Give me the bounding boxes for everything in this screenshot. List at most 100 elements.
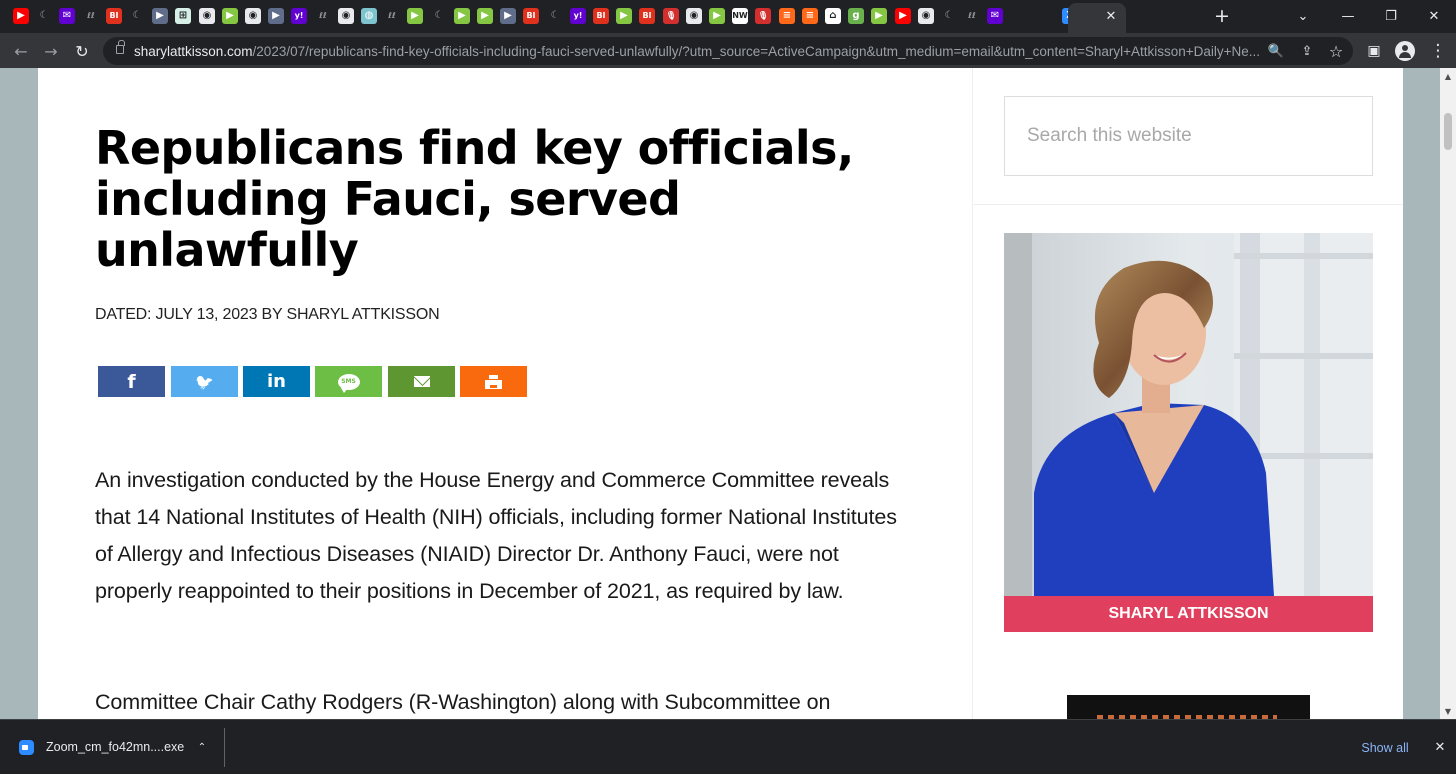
share-email-button[interactable]: [388, 366, 455, 397]
rumble-icon[interactable]: ▶: [616, 8, 632, 24]
share-icon[interactable]: ⇪: [1296, 41, 1318, 61]
browser-toolbar: ← → ↻ sharylattkisson.com/2023/07/republ…: [0, 33, 1456, 68]
crescent-icon[interactable]: ☾: [547, 8, 563, 24]
address-bar[interactable]: sharylattkisson.com/2023/07/republicans-…: [103, 37, 1353, 65]
portrait-image: [1004, 233, 1373, 596]
new-tab-button[interactable]: +: [1211, 4, 1233, 28]
page-viewport: Republicans find key officials, includin…: [0, 68, 1440, 719]
zoom-icon[interactable]: 🔍: [1265, 41, 1287, 61]
chevron-up-icon[interactable]: ⌃: [194, 739, 210, 755]
globe-icon[interactable]: ◉: [686, 8, 702, 24]
bookmark-arrow-icon[interactable]: ▶: [152, 8, 168, 24]
printer-icon: [485, 374, 502, 389]
rumble-icon[interactable]: ▶: [709, 8, 725, 24]
author-name-band[interactable]: Sharyl Attkisson: [1004, 596, 1373, 632]
scrollbar-thumb[interactable]: [1444, 113, 1452, 150]
bi-icon[interactable]: BI: [593, 8, 609, 24]
tab-close-icon[interactable]: ✕: [1103, 7, 1119, 25]
bi-icon[interactable]: BI: [639, 8, 655, 24]
bookmark-arrow-icon[interactable]: ▶: [268, 8, 284, 24]
search-input[interactable]: [1005, 97, 1372, 175]
scroll-up-icon[interactable]: ▲: [1443, 71, 1453, 81]
bookmark-star-icon[interactable]: ☆: [1325, 41, 1347, 61]
globe-icon[interactable]: ◉: [245, 8, 261, 24]
scroll-down-icon[interactable]: ▼: [1443, 706, 1453, 716]
grid-icon[interactable]: ⊞: [175, 8, 191, 24]
crescent-icon[interactable]: ☾: [941, 8, 957, 24]
article-content: Republicans find key officials, includin…: [38, 68, 973, 719]
share-twitter-button[interactable]: 🐦: [171, 366, 238, 397]
reload-button[interactable]: ↻: [69, 38, 95, 64]
ll-icon[interactable]: ℓℓ: [384, 8, 400, 24]
yahoo-icon[interactable]: y!: [291, 8, 307, 24]
side-panel-icon[interactable]: ▣: [1362, 39, 1386, 63]
byline-prefix: Dated:: [95, 306, 156, 323]
article-byline: Dated: July 13, 2023 by Sharyl Attkisson: [95, 306, 440, 324]
bookmark-arrow-icon[interactable]: ▶: [500, 8, 516, 24]
youtube-icon[interactable]: ▶: [13, 8, 29, 24]
share-linkedin-button[interactable]: in: [243, 366, 310, 397]
yahoo-mail-icon[interactable]: ✉: [987, 8, 1003, 24]
print-button[interactable]: [460, 366, 527, 397]
earth-icon[interactable]: ◍: [361, 8, 377, 24]
share-facebook-button[interactable]: f: [98, 366, 165, 397]
substack-icon[interactable]: ≡: [802, 8, 818, 24]
restore-button[interactable]: ❐: [1376, 4, 1406, 28]
globe-icon[interactable]: ◉: [338, 8, 354, 24]
close-download-bar-icon[interactable]: ✕: [1430, 737, 1450, 757]
bi-icon[interactable]: BI: [523, 8, 539, 24]
podcast-icon[interactable]: 🎙: [663, 8, 679, 24]
rumble-icon[interactable]: ▶: [407, 8, 423, 24]
bi-icon[interactable]: BI: [106, 8, 122, 24]
minimize-button[interactable]: —: [1333, 4, 1363, 28]
byline-by: by: [257, 306, 287, 323]
show-all-button[interactable]: Show all: [1351, 738, 1419, 758]
sidebar: Sharyl Attkisson: [974, 68, 1403, 719]
linkedin-icon: in: [267, 371, 286, 392]
yahoo-mail-icon[interactable]: ✉: [59, 8, 75, 24]
page-container: Republicans find key officials, includin…: [38, 68, 1403, 719]
article-author[interactable]: Sharyl Attkisson: [286, 306, 439, 323]
rumble-icon[interactable]: ▶: [454, 8, 470, 24]
podcast-icon[interactable]: 🎙: [755, 8, 771, 24]
yahoo-icon[interactable]: y!: [570, 8, 586, 24]
sms-icon: SMS: [337, 373, 360, 393]
tab-search-button[interactable]: ⌄: [1288, 4, 1318, 28]
forward-button[interactable]: →: [38, 38, 64, 64]
twitter-icon: 🐦: [195, 372, 214, 391]
news-icon[interactable]: NW: [732, 8, 748, 24]
rumble-icon[interactable]: ▶: [222, 8, 238, 24]
ll-icon[interactable]: ℓℓ: [83, 8, 99, 24]
email-icon: [413, 376, 430, 387]
close-window-button[interactable]: ✕: [1419, 4, 1449, 28]
ll-icon[interactable]: ℓℓ: [964, 8, 980, 24]
tab-strip: ▶ ☾ ✉ ℓℓ BI ☾ ▶ ⊞ ◉ ▶ ◉ ▶ y! ℓℓ ◉ ◍ ℓℓ ▶ ☾ ▶ ▶ ▶ BI ☾ y! BI ▶ BI 🎙 ◉ ▶…: [0, 0, 1456, 33]
globe-icon[interactable]: ◉: [199, 8, 215, 24]
promo-banner[interactable]: [1067, 695, 1310, 719]
rumble-icon[interactable]: ▶: [871, 8, 887, 24]
crescent-icon[interactable]: ☾: [36, 8, 52, 24]
substack-icon[interactable]: ≡: [779, 8, 795, 24]
download-bar: Zoom_cm_fo42mn....exe ⌃ Show all ✕: [0, 719, 1456, 774]
g-icon[interactable]: g: [848, 8, 864, 24]
download-item[interactable]: Zoom_cm_fo42mn....exe: [46, 740, 184, 754]
url-host: sharylattkisson.com: [134, 44, 253, 59]
crescent-icon[interactable]: ☾: [431, 8, 447, 24]
url-text[interactable]: sharylattkisson.com/2023/07/republicans-…: [134, 44, 1259, 60]
url-path: /2023/07/republicans-find-key-officials-…: [252, 44, 1259, 59]
lock-icon[interactable]: [116, 40, 125, 54]
back-button[interactable]: ←: [8, 38, 34, 64]
vertical-scrollbar[interactable]: ▲ ▼: [1440, 68, 1456, 719]
ll-icon[interactable]: ℓℓ: [315, 8, 331, 24]
article-paragraph: An investigation conducted by the House …: [95, 468, 897, 603]
crescent-icon[interactable]: ☾: [129, 8, 145, 24]
share-sms-button[interactable]: SMS: [315, 366, 382, 397]
globe-icon[interactable]: ◉: [918, 8, 934, 24]
chrome-menu-icon[interactable]: ⋮: [1426, 39, 1450, 63]
rumble-icon[interactable]: ▶: [477, 8, 493, 24]
article-date: July 13, 2023: [155, 306, 258, 323]
profile-avatar[interactable]: [1395, 41, 1415, 61]
zoom-file-icon: [19, 740, 34, 755]
youtube-icon[interactable]: ▶: [895, 8, 911, 24]
building-icon[interactable]: ⌂: [825, 8, 841, 24]
